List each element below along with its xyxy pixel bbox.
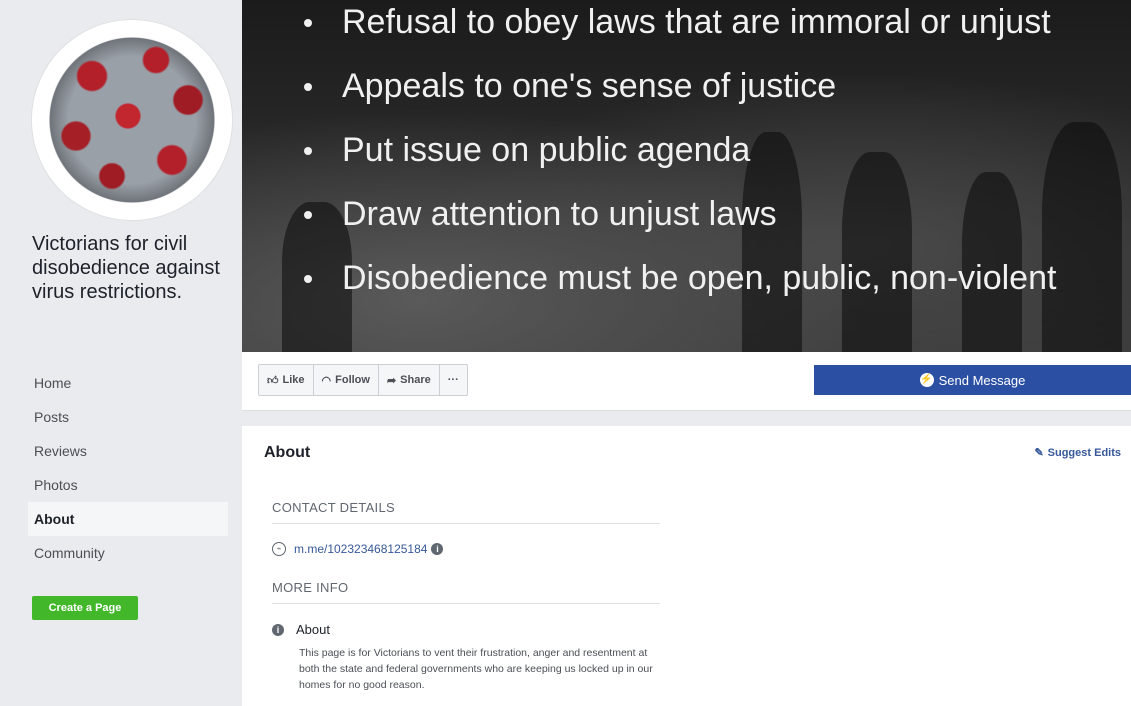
left-sidebar: Victorians for civil disobedience agains… xyxy=(10,0,240,706)
share-arrow-icon: ➦ xyxy=(386,374,397,387)
about-title: About xyxy=(264,444,311,461)
like-label: Like xyxy=(282,374,305,386)
nav-item-home[interactable]: Home xyxy=(28,366,228,400)
send-message-button[interactable]: ⚡ Send Message xyxy=(814,365,1131,395)
suggest-edits-label: Suggest Edits xyxy=(1047,447,1121,459)
more-options-button[interactable]: ··· xyxy=(440,365,467,395)
action-button-group: 👍︎ Like ◠ Follow ➦ Share ··· xyxy=(258,364,468,396)
cover-bullet: Refusal to obey laws that are immoral or… xyxy=(294,0,1056,54)
create-page-button[interactable]: Create a Page xyxy=(32,596,138,620)
rss-icon: ◠ xyxy=(321,374,332,387)
nav-item-community[interactable]: Community xyxy=(28,536,228,570)
about-description: This page is for Victorians to vent thei… xyxy=(299,647,653,691)
cover-bullet: Put issue on public agenda xyxy=(294,118,1056,182)
thumbs-up-icon: 👍︎ xyxy=(267,374,279,387)
profile-picture[interactable] xyxy=(32,20,232,220)
nav-item-photos[interactable]: Photos xyxy=(28,468,228,502)
messenger-icon: ⚡ xyxy=(919,373,934,387)
nav-item-posts[interactable]: Posts xyxy=(28,400,228,434)
info-icon[interactable]: i xyxy=(431,543,444,555)
nav-item-about[interactable]: About xyxy=(28,502,228,536)
send-message-label: Send Message xyxy=(938,372,1026,388)
suggest-edits-link[interactable]: ✎ Suggest Edits xyxy=(1034,446,1121,459)
share-label: Share xyxy=(400,374,431,386)
about-info-row: i About xyxy=(272,622,330,637)
follow-button[interactable]: ◠ Follow xyxy=(314,365,379,395)
page-name[interactable]: Victorians for civil disobedience agains… xyxy=(32,232,237,304)
nav-item-reviews[interactable]: Reviews xyxy=(28,434,228,468)
about-label: About xyxy=(296,622,330,637)
pencil-icon: ✎ xyxy=(1034,447,1044,459)
like-button[interactable]: 👍︎ Like xyxy=(259,365,314,395)
cover-bullet: Appeals to one's sense of justice xyxy=(294,54,1056,118)
page-action-bar: 👍︎ Like ◠ Follow ➦ Share ··· ⚡ Send Mess… xyxy=(242,352,1131,411)
follow-label: Follow xyxy=(335,374,370,386)
page-nav: Home Posts Reviews Photos About Communit… xyxy=(28,366,228,570)
cover-photo[interactable]: Refusal to obey laws that are immoral or… xyxy=(242,0,1131,352)
cover-bullet-list: Refusal to obey laws that are immoral or… xyxy=(294,0,1056,310)
share-button[interactable]: ➦ Share xyxy=(379,365,440,395)
cover-bullet: Disobedience must be open, public, non-v… xyxy=(294,246,1056,310)
messenger-contact-row: ⌁ m.me/102323468125184 i xyxy=(272,542,444,556)
about-panel: About ✎ Suggest Edits CONTACT DETAILS ⌁ m… xyxy=(242,426,1131,706)
contact-details-heading: CONTACT DETAILS xyxy=(272,500,660,524)
messenger-icon: ⌁ xyxy=(272,542,286,556)
messenger-link[interactable]: m.me/102323468125184 xyxy=(294,542,427,556)
more-info-heading: MORE INFO xyxy=(272,580,660,604)
info-icon: i xyxy=(272,623,284,636)
cover-bullet: Draw attention to unjust laws xyxy=(294,182,1056,246)
